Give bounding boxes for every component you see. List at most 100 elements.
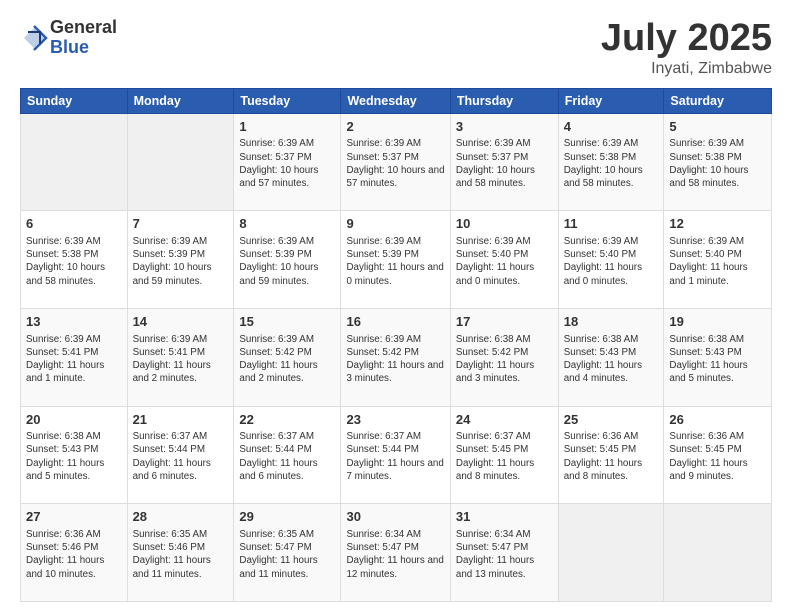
sunrise: Sunrise: 6:39 AM xyxy=(669,236,744,247)
sunrise: Sunrise: 6:34 AM xyxy=(456,529,531,540)
daylight: Daylight: 11 hours and 6 minutes. xyxy=(239,458,317,482)
day-number: 11 xyxy=(564,215,659,233)
sunrise: Sunrise: 6:39 AM xyxy=(346,138,421,149)
day-number: 8 xyxy=(239,215,335,233)
sunrise: Sunrise: 6:39 AM xyxy=(239,334,314,345)
day-number: 20 xyxy=(26,411,122,429)
calendar-cell: 9Sunrise: 6:39 AMSunset: 5:39 PMDaylight… xyxy=(341,211,450,309)
calendar-cell: 21Sunrise: 6:37 AMSunset: 5:44 PMDayligh… xyxy=(127,406,234,504)
daylight: Daylight: 11 hours and 8 minutes. xyxy=(564,458,642,482)
day-number: 17 xyxy=(456,313,553,331)
sunrise: Sunrise: 6:38 AM xyxy=(456,334,531,345)
sunset: Sunset: 5:40 PM xyxy=(669,249,741,260)
sunset: Sunset: 5:42 PM xyxy=(239,347,311,358)
sunset: Sunset: 5:39 PM xyxy=(239,249,311,260)
daylight: Daylight: 11 hours and 0 minutes. xyxy=(456,262,534,286)
sunset: Sunset: 5:43 PM xyxy=(564,347,636,358)
sunrise: Sunrise: 6:36 AM xyxy=(669,431,744,442)
calendar-cell: 30Sunrise: 6:34 AMSunset: 5:47 PMDayligh… xyxy=(341,504,450,602)
sunrise: Sunrise: 6:35 AM xyxy=(133,529,208,540)
daylight: Daylight: 10 hours and 57 minutes. xyxy=(346,165,444,189)
day-number: 7 xyxy=(133,215,229,233)
sunset: Sunset: 5:44 PM xyxy=(133,444,205,455)
sunset: Sunset: 5:44 PM xyxy=(346,444,418,455)
sunset: Sunset: 5:38 PM xyxy=(26,249,98,260)
day-number: 25 xyxy=(564,411,659,429)
calendar-cell: 12Sunrise: 6:39 AMSunset: 5:40 PMDayligh… xyxy=(664,211,772,309)
day-number: 13 xyxy=(26,313,122,331)
calendar-cell: 2 Sunrise: 6:39 AM Sunset: 5:37 PM Daylight… xyxy=(341,113,450,211)
day-number: 18 xyxy=(564,313,659,331)
daylight: Daylight: 11 hours and 1 minute. xyxy=(26,360,104,384)
sunset: Sunset: 5:41 PM xyxy=(26,347,98,358)
day-number: 31 xyxy=(456,508,553,526)
sunrise: Sunrise: 6:39 AM xyxy=(564,138,639,149)
sunrise: Sunrise: 6:39 AM xyxy=(133,236,208,247)
sunrise: Sunrise: 6:39 AM xyxy=(564,236,639,247)
sunset: Sunset: 5:37 PM xyxy=(456,152,528,163)
location-subtitle: Inyati, Zimbabwe xyxy=(601,60,772,78)
calendar-cell: 5Sunrise: 6:39 AMSunset: 5:38 PMDaylight… xyxy=(664,113,772,211)
daylight: Daylight: 11 hours and 9 minutes. xyxy=(669,458,747,482)
calendar-cell: 4Sunrise: 6:39 AMSunset: 5:38 PMDaylight… xyxy=(558,113,664,211)
header-tuesday: Tuesday xyxy=(234,88,341,113)
calendar-cell: 31Sunrise: 6:34 AMSunset: 5:47 PMDayligh… xyxy=(450,504,558,602)
daylight: Daylight: 11 hours and 2 minutes. xyxy=(133,360,211,384)
header-friday: Friday xyxy=(558,88,664,113)
sunset: Sunset: 5:42 PM xyxy=(346,347,418,358)
daylight: Daylight: 10 hours and 58 minutes. xyxy=(564,165,643,189)
calendar-cell: 25Sunrise: 6:36 AMSunset: 5:45 PMDayligh… xyxy=(558,406,664,504)
sunset: Sunset: 5:39 PM xyxy=(133,249,205,260)
calendar-cell: 14Sunrise: 6:39 AMSunset: 5:41 PMDayligh… xyxy=(127,309,234,407)
sunrise: Sunrise: 6:39 AM xyxy=(26,334,101,345)
sunrise: Sunrise: 6:37 AM xyxy=(239,431,314,442)
header-row: Sunday Monday Tuesday Wednesday Thursday… xyxy=(21,88,772,113)
calendar-cell: 18Sunrise: 6:38 AMSunset: 5:43 PMDayligh… xyxy=(558,309,664,407)
calendar-cell: 13 Sunrise: 6:39 AM Sunset: 5:41 PM Dayligh… xyxy=(21,309,128,407)
calendar-week-2: 6 Sunrise: 6:39 AM Sunset: 5:38 PM Daylight… xyxy=(21,211,772,309)
sunrise: Sunrise: 6:38 AM xyxy=(669,334,744,345)
day-number: 1 xyxy=(239,118,335,136)
day-number: 27 xyxy=(26,508,122,526)
sunrise: Sunrise: 6:39 AM xyxy=(239,138,314,149)
sunset: Sunset: 5:42 PM xyxy=(456,347,528,358)
calendar-cell xyxy=(558,504,664,602)
logo-blue: Blue xyxy=(50,38,117,58)
calendar-cell: 23Sunrise: 6:37 AMSunset: 5:44 PMDayligh… xyxy=(341,406,450,504)
day-number: 24 xyxy=(456,411,553,429)
day-number: 5 xyxy=(669,118,766,136)
title-section: July 2025 Inyati, Zimbabwe xyxy=(601,18,772,78)
sunrise: Sunrise: 6:37 AM xyxy=(346,431,421,442)
day-number: 26 xyxy=(669,411,766,429)
sunset: Sunset: 5:37 PM xyxy=(239,152,311,163)
sunrise: Sunrise: 6:35 AM xyxy=(239,529,314,540)
daylight: Daylight: 11 hours and 11 minutes. xyxy=(239,555,317,579)
daylight: Daylight: 11 hours and 6 minutes. xyxy=(133,458,211,482)
logo-general: General xyxy=(50,18,117,38)
sunset: Sunset: 5:43 PM xyxy=(669,347,741,358)
calendar-cell: 11Sunrise: 6:39 AMSunset: 5:40 PMDayligh… xyxy=(558,211,664,309)
calendar-cell: 6Sunrise: 6:39 AMSunset: 5:38 PMDaylight… xyxy=(21,211,128,309)
sunset: Sunset: 5:40 PM xyxy=(564,249,636,260)
sunrise: Sunrise: 6:39 AM xyxy=(456,138,531,149)
daylight: Daylight: 11 hours and 4 minutes. xyxy=(564,360,642,384)
sunrise: Sunrise: 6:37 AM xyxy=(133,431,208,442)
day-number: 6 xyxy=(26,215,122,233)
sunset: Sunset: 5:44 PM xyxy=(239,444,311,455)
day-number: 2 xyxy=(346,118,444,136)
logo: General Blue xyxy=(20,18,117,58)
calendar-cell: 3Sunrise: 6:39 AMSunset: 5:37 PMDaylight… xyxy=(450,113,558,211)
calendar-week-1: 1 Sunrise: 6:39 AM Sunset: 5:37 PM Daylight… xyxy=(21,113,772,211)
calendar-week-4: 20Sunrise: 6:38 AMSunset: 5:43 PMDayligh… xyxy=(21,406,772,504)
calendar-cell: 7Sunrise: 6:39 AMSunset: 5:39 PMDaylight… xyxy=(127,211,234,309)
daylight: Daylight: 10 hours and 59 minutes. xyxy=(239,262,318,286)
daylight: Daylight: 11 hours and 1 minute. xyxy=(669,262,747,286)
calendar-week-3: 13 Sunrise: 6:39 AM Sunset: 5:41 PM Dayligh… xyxy=(21,309,772,407)
sunset: Sunset: 5:37 PM xyxy=(346,152,418,163)
daylight: Daylight: 11 hours and 5 minutes. xyxy=(669,360,747,384)
day-number: 23 xyxy=(346,411,444,429)
day-number: 14 xyxy=(133,313,229,331)
sunset: Sunset: 5:38 PM xyxy=(669,152,741,163)
sunrise: Sunrise: 6:37 AM xyxy=(456,431,531,442)
sunrise: Sunrise: 6:39 AM xyxy=(669,138,744,149)
